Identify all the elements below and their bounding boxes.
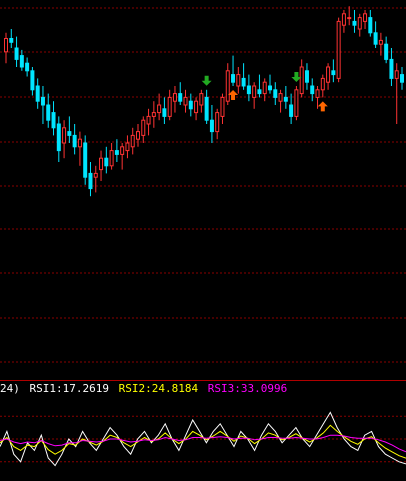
candle-body <box>384 43 389 60</box>
candle-body <box>46 104 51 121</box>
buy-arrow-icon <box>317 101 328 112</box>
candle-body <box>368 17 373 34</box>
candle-body <box>199 93 204 106</box>
candlestick-chart[interactable] <box>0 0 406 380</box>
candle-body <box>315 89 320 98</box>
candle-body <box>225 70 230 102</box>
candle-body <box>83 142 88 178</box>
rsi-indicator-header: 24) RSI1:17.2619 RSI2:24.8184 RSI3:33.09… <box>0 381 406 397</box>
candle-body <box>14 47 19 60</box>
candle-body <box>326 66 331 83</box>
candle-body <box>246 85 251 95</box>
candle-body <box>120 146 125 155</box>
candle-body <box>357 17 362 30</box>
candle-body <box>209 119 214 133</box>
candle-body <box>25 62 30 72</box>
candle-body <box>236 74 241 87</box>
candle-body <box>400 74 404 83</box>
candle-body <box>268 85 272 91</box>
candle-body <box>336 20 341 79</box>
candle-body <box>136 131 140 140</box>
candle-body <box>114 150 119 155</box>
candle-body <box>125 142 130 152</box>
candle-body <box>352 20 357 26</box>
rsi-header-prefix: 24) <box>0 382 20 395</box>
candle-body <box>40 96 45 106</box>
candle-body <box>283 96 288 102</box>
candle-body <box>56 123 61 152</box>
candle-body <box>93 172 98 178</box>
candle-body <box>310 85 315 95</box>
candle-body <box>220 96 225 117</box>
candle-body <box>347 17 352 20</box>
candle-body <box>109 150 114 167</box>
candle-body <box>4 38 8 53</box>
candle-body <box>341 13 346 26</box>
candle-body <box>331 70 336 76</box>
candle-body <box>257 89 262 95</box>
candle-body <box>19 55 24 68</box>
candle-body <box>67 131 72 136</box>
rsi-series-rsi2 <box>0 424 406 459</box>
candle-body <box>77 138 82 148</box>
candle-body <box>178 93 183 102</box>
candle-body <box>146 115 151 125</box>
candle-body <box>273 89 278 98</box>
candle-body <box>289 104 294 117</box>
candle-body <box>99 157 104 171</box>
candle-body <box>88 172 93 190</box>
candle-body <box>363 13 368 22</box>
candle-body <box>194 100 199 114</box>
candle-body <box>188 100 193 110</box>
candle-body <box>320 77 325 91</box>
rsi1-label: RSI1:17.2619 <box>29 382 109 395</box>
candle-body <box>299 66 304 95</box>
candle-body <box>204 96 209 121</box>
candle-body <box>51 112 56 129</box>
candle-body <box>215 112 220 133</box>
candle-body <box>167 96 172 117</box>
rsi3-label: RSI3:33.0996 <box>207 382 288 395</box>
candle-body <box>157 104 162 114</box>
candle-body <box>104 157 109 167</box>
candle-body <box>252 85 257 98</box>
candle-body <box>394 70 399 79</box>
candle-body <box>141 119 146 136</box>
candle-body <box>72 134 77 148</box>
candle-body <box>151 112 156 117</box>
candle-body <box>389 58 394 79</box>
candle-body <box>262 81 267 95</box>
candle-body <box>35 85 40 102</box>
candle-body <box>130 134 135 148</box>
candle-body <box>294 89 299 117</box>
candle-body <box>172 93 177 102</box>
candle-body <box>231 74 236 83</box>
candle-body <box>162 108 167 117</box>
sell-arrow-icon <box>201 75 212 86</box>
candle-body <box>30 70 35 91</box>
rsi-chart[interactable] <box>0 397 406 481</box>
candle-body <box>378 39 383 45</box>
candle-body <box>304 70 309 83</box>
candle-body <box>241 77 246 87</box>
candle-body <box>278 93 283 102</box>
candle-body <box>9 38 14 43</box>
candle-body <box>183 96 188 106</box>
candle-body <box>373 32 378 45</box>
rsi2-label: RSI2:24.8184 <box>118 382 199 395</box>
candle-body <box>62 127 67 144</box>
